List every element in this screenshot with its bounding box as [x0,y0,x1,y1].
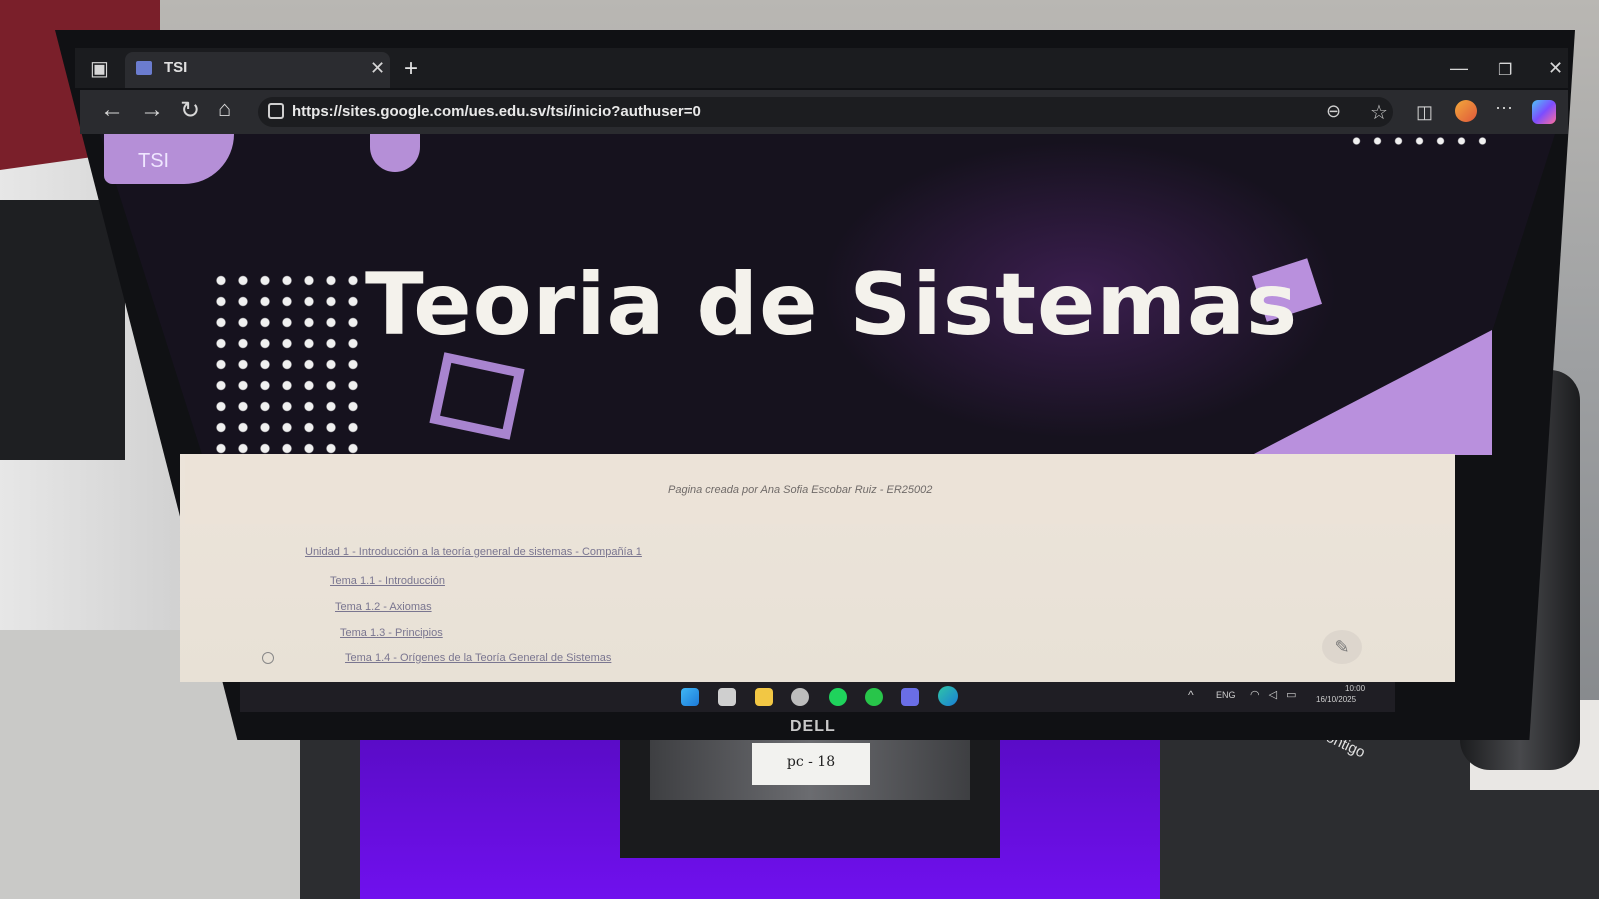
tray-time[interactable]: 10:00 [1345,684,1365,693]
nav-link-unit-1[interactable]: Unidad 1 - Introducción a la teoría gene… [305,546,642,558]
copilot-icon[interactable] [1532,100,1556,124]
monitor-brand-logo: DELL [790,718,836,735]
tab-title: TSI [164,59,188,76]
extension-icon[interactable] [1455,100,1477,122]
url-text[interactable]: https://sites.google.com/ues.edu.sv/tsi/… [292,103,701,120]
page-credit: Pagina creada por Ana Sofia Escobar Ruiz… [668,484,933,496]
tray-overflow-icon[interactable]: ^ [1188,688,1194,702]
site-title: Teoria de Sistemas [365,255,1299,355]
favorite-star-icon[interactable]: ☆ [1370,100,1388,125]
tray-status-icons[interactable]: ◠ ◁ ▭ [1250,688,1300,701]
forward-arrow-icon[interactable]: → [140,96,164,124]
discord-icon[interactable] [901,688,919,706]
back-arrow-icon[interactable]: ← [100,96,124,124]
split-screen-icon[interactable]: ◫ [1416,102,1433,123]
tray-date[interactable]: 16/10/2025 [1316,695,1356,704]
reload-icon[interactable]: ↻ [180,96,200,125]
restore-icon[interactable]: ❐ [1498,60,1512,80]
tab-close-icon[interactable]: ✕ [370,58,385,79]
nav-link-tema-1-3[interactable]: Tema 1.3 - Principios [340,627,443,639]
home-icon[interactable]: ⌂ [218,96,231,122]
reader-icon[interactable]: ⊖ [1326,101,1341,122]
chrome-icon[interactable] [791,688,809,706]
tab-actions-icon[interactable]: ▣ [90,56,109,81]
info-icon[interactable] [262,652,274,664]
decor-dot-grid [210,270,370,455]
nav-link-tema-1-4[interactable]: Tema 1.4 - Orígenes de la Teoría General… [345,652,611,664]
window-close-icon[interactable]: ✕ [1548,58,1563,79]
site-logo-text[interactable]: TSI [138,150,169,173]
tray-language[interactable]: ENG [1216,690,1236,700]
decor-dots-top [1346,136,1486,146]
lock-icon[interactable] [268,103,284,119]
file-explorer-icon[interactable] [755,688,773,706]
spotify-icon[interactable] [829,688,847,706]
new-tab-icon[interactable]: + [404,55,418,83]
neighbor-monitor [0,200,125,460]
task-view-icon[interactable] [718,688,736,706]
minimize-icon[interactable]: — [1450,58,1468,79]
edit-pencil-icon[interactable]: ✎ [1322,630,1362,664]
nav-link-tema-1-1[interactable]: Tema 1.1 - Introducción [330,575,445,587]
windows-start-icon[interactable] [681,688,699,706]
site-favicon-icon [136,61,152,75]
pc-sticker: pc - 18 [752,743,870,785]
more-icon[interactable]: ⋯ [1495,98,1513,119]
nav-link-tema-1-2[interactable]: Tema 1.2 - Axiomas [335,601,432,613]
whatsapp-icon[interactable] [865,688,883,706]
edge-icon[interactable] [938,686,958,706]
